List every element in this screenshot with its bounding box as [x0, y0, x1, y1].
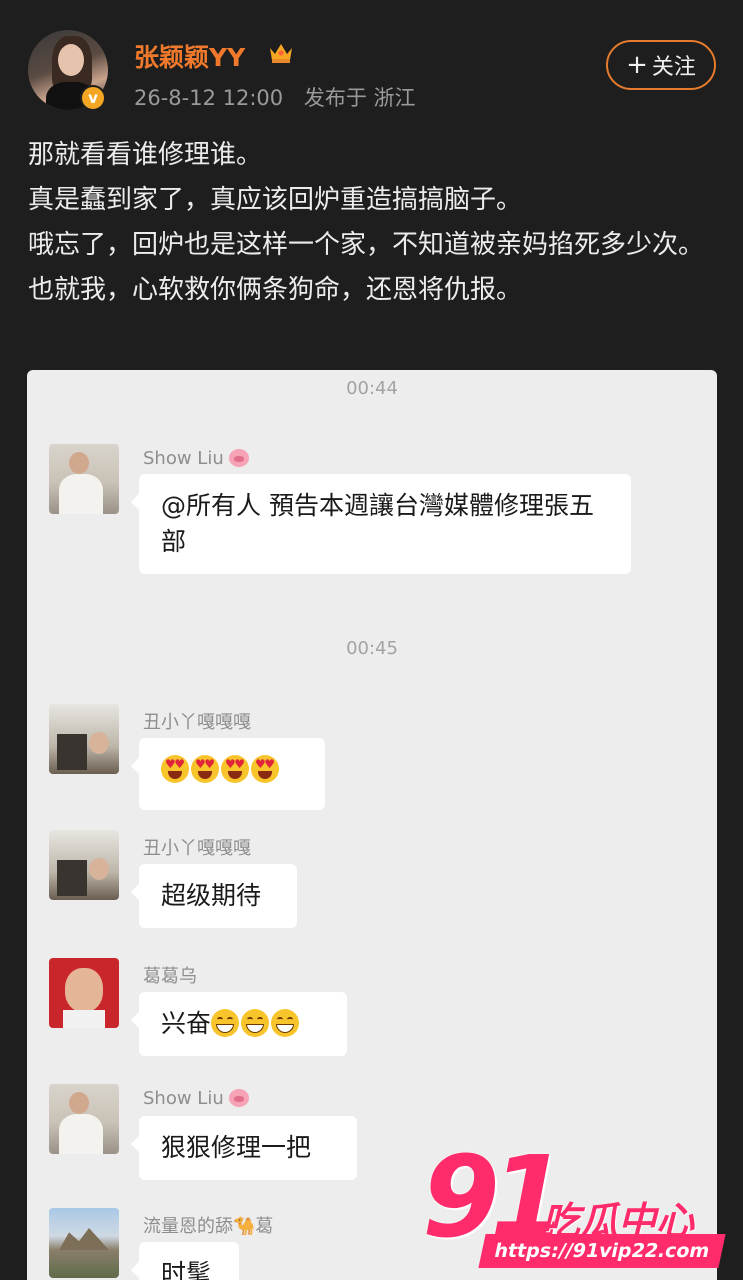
chat-sender: 流量恩的舔🐪葛	[143, 1216, 274, 1237]
heart-eyes-emoji-icon	[191, 755, 219, 783]
chat-bubble	[131, 738, 325, 810]
pig-icon	[229, 1089, 250, 1107]
chat-timestamp: 00:44	[346, 378, 398, 399]
chat-bubble: 兴奋	[131, 992, 347, 1056]
pig-icon	[229, 449, 250, 467]
post-paragraph: 哦忘了，回炉也是这样一个家，不知道被亲妈掐死多少次。也就我，心软救你俩条狗命，还…	[28, 230, 705, 305]
watermark-logo: 91 吃瓜中心 https://91vip22.com	[422, 1138, 743, 1280]
chat-bubble: 时髦	[131, 1242, 239, 1280]
username[interactable]: 张颖颖YY	[134, 38, 245, 74]
chat-bubble: 超级期待	[131, 864, 297, 928]
chat-avatar	[49, 1084, 119, 1154]
heart-eyes-emoji-icon	[161, 755, 189, 783]
member-crown-icon	[270, 44, 292, 63]
chat-avatar	[49, 1208, 119, 1278]
post-header: v 张颖颖YY 26-8-12 12:00 发布于 浙江 + 关注	[0, 0, 743, 120]
plus-icon: +	[626, 50, 648, 80]
chat-avatar	[49, 830, 119, 900]
chat-timestamp: 00:45	[346, 638, 398, 659]
follow-button[interactable]: + 关注	[606, 40, 716, 90]
chat-sender: 丑小丫嘎嘎嘎	[143, 838, 251, 859]
verified-badge-icon: v	[80, 85, 106, 111]
post-paragraph: 那就看看谁修理谁。	[28, 140, 263, 170]
chat-screenshot-image[interactable]: 00:44 Show Liu @所有人 預告本週讓台灣媒體修理張五部 00:45…	[27, 370, 717, 1280]
chat-bubble: @所有人 預告本週讓台灣媒體修理張五部	[131, 474, 631, 574]
follow-label: 关注	[651, 55, 696, 80]
post-date: 26-8-12 12:00	[134, 86, 284, 110]
chat-sender: Show Liu	[143, 1088, 250, 1109]
post-paragraph: 真是蠢到家了，真应该回炉重造搞搞脑子。	[28, 185, 523, 215]
chat-sender: 丑小丫嘎嘎嘎	[143, 712, 251, 733]
grinning-emoji-icon	[211, 1009, 240, 1037]
chat-avatar	[49, 958, 119, 1028]
post-location: 发布于 浙江	[303, 86, 416, 110]
camel-icon: 🐪	[233, 1216, 256, 1237]
grinning-emoji-icon	[241, 1009, 270, 1037]
grinning-emoji-icon	[271, 1009, 300, 1037]
post-text: 那就看看谁修理谁。 真是蠢到家了，真应该回炉重造搞搞脑子。 哦忘了，回炉也是这样…	[28, 133, 718, 313]
chat-bubble: 狠狠修理一把	[131, 1116, 357, 1180]
chat-sender: 葛葛乌	[143, 966, 197, 987]
heart-eyes-emoji-icon	[221, 755, 249, 783]
chat-sender: Show Liu	[143, 448, 250, 469]
chat-avatar	[49, 704, 119, 774]
post-meta: 26-8-12 12:00 发布于 浙江	[134, 82, 416, 112]
heart-eyes-emoji-icon	[251, 755, 279, 783]
watermark-url: https://91vip22.com	[478, 1234, 726, 1268]
chat-avatar	[49, 444, 119, 514]
